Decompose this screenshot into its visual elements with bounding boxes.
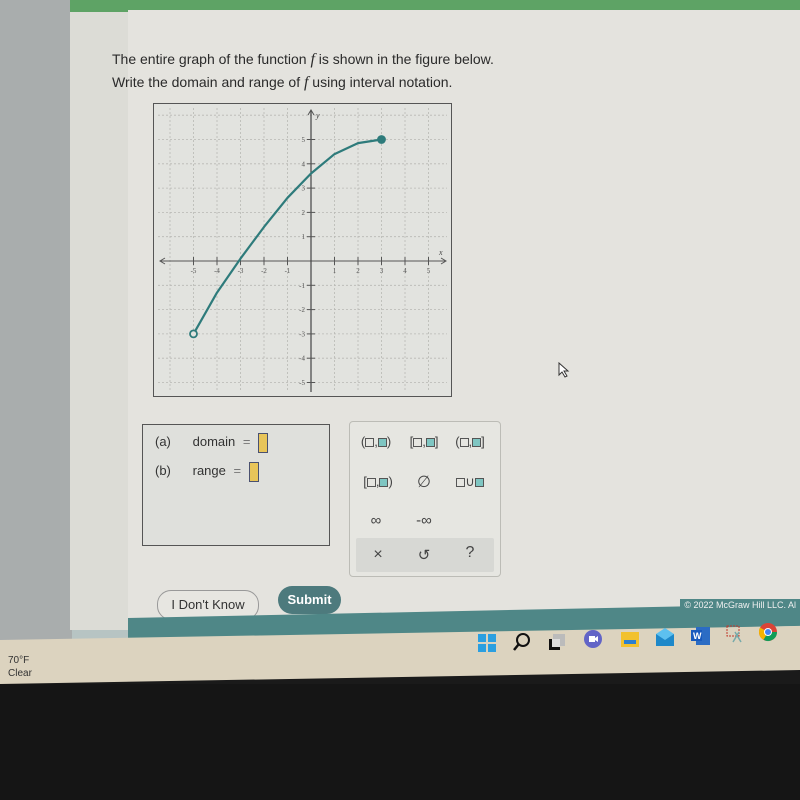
placeholder-box xyxy=(456,478,466,488)
mouse-cursor-icon xyxy=(558,362,570,378)
placeholder-box xyxy=(413,438,423,448)
x-tick-label: 5 xyxy=(427,267,431,275)
x-tick-label: 1 xyxy=(333,267,337,275)
y-tick-label: 5 xyxy=(302,136,306,144)
domain-input[interactable] xyxy=(258,433,269,453)
question-text-part: is shown in the figure below. xyxy=(314,51,494,67)
infinity-button[interactable]: ∞ xyxy=(354,512,398,529)
interval-keypad: (,) [,] (,] [,) ∅ ∪ ∞ -∞ × ↺ ? xyxy=(349,421,501,577)
x-tick-label: -5 xyxy=(191,267,197,275)
file-explorer-icon[interactable] xyxy=(620,629,640,649)
chrome-icon[interactable] xyxy=(758,622,778,642)
desktop-edge xyxy=(0,0,72,640)
undo-icon: ↺ xyxy=(417,547,431,564)
graph-svg: x y -5 -4 -3 -2 -1 1 2 3 4 5 -5 -4 -3 -2 -1 1 2 3 4 5 xyxy=(158,108,447,392)
help-button[interactable]: ? xyxy=(448,544,492,562)
function-graph: x y -5 -4 -3 -2 -1 1 2 3 4 5 -5 -4 -3 -2 -1 1 2 3 4 5 xyxy=(153,103,452,397)
y-tick-label: -3 xyxy=(299,330,305,338)
equals-sign: = xyxy=(233,463,242,479)
x-tick-label: 2 xyxy=(356,267,360,275)
y-tick-label: -2 xyxy=(299,306,305,314)
placeholder-box xyxy=(472,438,482,448)
y-tick-label: -5 xyxy=(299,379,305,387)
open-endpoint xyxy=(189,329,198,339)
range-label: range xyxy=(192,463,226,479)
clear-button[interactable]: × xyxy=(356,546,400,564)
bracket: ] xyxy=(481,434,485,449)
question-text: The entire graph of the function f is sh… xyxy=(112,48,494,94)
part-b-label: (b) xyxy=(155,463,171,479)
snipping-tool-icon[interactable] xyxy=(725,624,745,644)
submit-button[interactable]: Submit xyxy=(278,586,341,614)
y-tick-label: 1 xyxy=(302,233,306,241)
x-tick-label: 3 xyxy=(380,267,384,275)
question-line-1: The entire graph of the function f is sh… xyxy=(112,48,494,71)
undo-button[interactable]: ↺ xyxy=(402,546,446,564)
question-text-part: The entire graph of the function xyxy=(112,51,311,67)
x-tick-label: 4 xyxy=(403,267,407,275)
weather-widget[interactable]: 70°F Clear xyxy=(8,654,32,680)
x-tick-label: -4 xyxy=(214,267,220,275)
range-row: (b) range = xyxy=(155,462,259,482)
y-tick-label: 3 xyxy=(302,185,306,193)
task-view-icon[interactable] xyxy=(547,632,567,652)
weather-desc: Clear xyxy=(8,668,32,679)
union-icon: ∪ xyxy=(465,474,475,489)
question-line-2: Write the domain and range of f using in… xyxy=(112,71,494,94)
word-icon[interactable]: W xyxy=(691,626,711,646)
keypad-action-bar: × ↺ ? xyxy=(356,538,494,572)
negative-infinity-icon: -∞ xyxy=(416,512,432,529)
bracket: ] xyxy=(434,434,439,449)
placeholder-box xyxy=(474,478,484,488)
x-tick-label: -1 xyxy=(285,267,291,275)
device-bezel xyxy=(0,684,800,800)
closed-open-interval-button[interactable]: [,) xyxy=(356,474,400,489)
placeholder-box xyxy=(377,438,387,448)
domain-row: (a) domain = xyxy=(155,433,269,453)
help-icon: ? xyxy=(465,544,475,561)
open-closed-interval-button[interactable]: (,] xyxy=(448,434,492,449)
part-a-label: (a) xyxy=(155,434,171,450)
placeholder-box xyxy=(366,478,376,488)
search-icon[interactable] xyxy=(512,632,532,652)
range-input[interactable] xyxy=(248,462,259,482)
closed-endpoint xyxy=(377,135,386,144)
empty-set-button[interactable]: ∅ xyxy=(402,472,446,492)
svg-text:W: W xyxy=(693,631,702,641)
bracket: ) xyxy=(386,434,392,449)
answer-box: (a) domain = (b) range = xyxy=(142,424,330,546)
y-tick-label: -1 xyxy=(299,282,305,290)
y-tick-label: 2 xyxy=(302,209,306,217)
union-button[interactable]: ∪ xyxy=(448,474,492,490)
domain-label: domain xyxy=(192,434,236,450)
windows-start-icon[interactable] xyxy=(477,633,497,653)
question-text-part: Write the domain and range of xyxy=(112,74,304,90)
closed-closed-interval-button[interactable]: [,] xyxy=(402,434,446,449)
empty-set-icon: ∅ xyxy=(417,474,431,491)
y-tick-label: -4 xyxy=(299,355,305,363)
placeholder-box xyxy=(425,438,435,448)
placeholder-box xyxy=(459,438,469,448)
bracket: ) xyxy=(388,474,393,489)
question-text-part: using interval notation. xyxy=(308,74,453,90)
close-icon: × xyxy=(373,546,383,563)
copyright-text: © 2022 McGraw Hill LLC. Al xyxy=(680,599,800,611)
infinity-icon: ∞ xyxy=(370,512,382,529)
negative-infinity-button[interactable]: -∞ xyxy=(402,512,446,529)
x-axis-label: x xyxy=(438,248,443,257)
mail-icon[interactable] xyxy=(655,628,675,648)
equals-sign: = xyxy=(242,434,251,450)
placeholder-box xyxy=(365,438,375,448)
teams-chat-icon[interactable] xyxy=(583,629,603,649)
y-axis-label: y xyxy=(315,111,320,120)
y-tick-label: 4 xyxy=(302,160,306,168)
x-tick-label: -2 xyxy=(261,267,267,275)
x-tick-label: -3 xyxy=(238,267,244,275)
weather-temp: 70°F xyxy=(8,655,30,666)
open-open-interval-button[interactable]: (,) xyxy=(354,434,398,449)
